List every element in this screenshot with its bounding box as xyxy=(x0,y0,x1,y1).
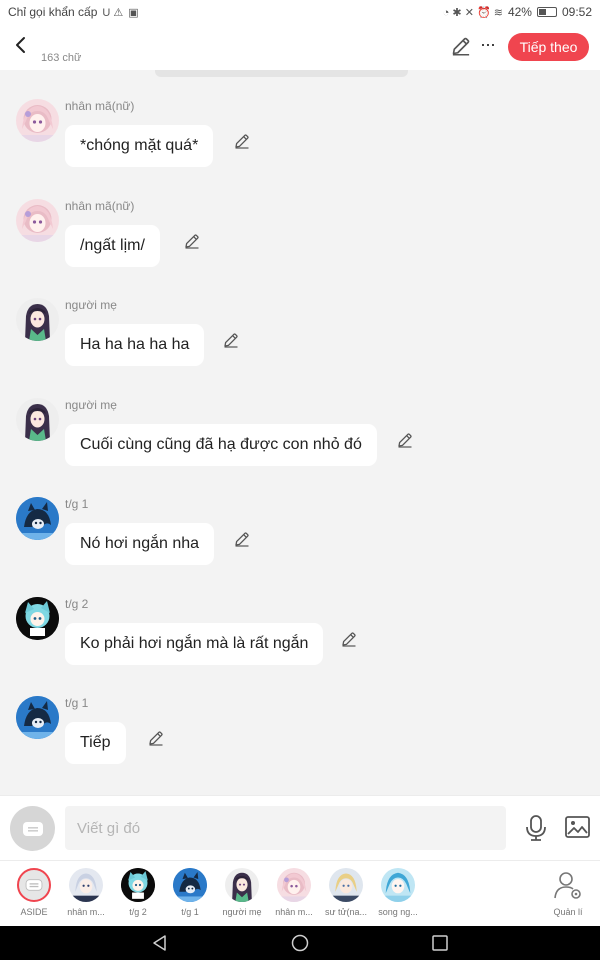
previous-message-edge xyxy=(155,70,408,77)
edit-message-icon[interactable] xyxy=(397,432,413,448)
nav-home-icon[interactable] xyxy=(291,934,309,952)
avatar-dark-hair-woman xyxy=(225,868,259,902)
avatar-blue-cat-character xyxy=(173,868,207,902)
signal-icons: ◔ ✱ ✕ ⏰ ≋ xyxy=(442,6,503,19)
character-tg-1[interactable]: t/g 1 xyxy=(164,868,216,917)
character-label: song ng... xyxy=(378,907,418,917)
status-right: ◔ ✱ ✕ ⏰ ≋ 42% 09:52 xyxy=(443,5,592,19)
message-input[interactable] xyxy=(65,806,506,850)
character-label: sư tử(na... xyxy=(324,907,368,917)
edit-message-icon[interactable] xyxy=(234,133,250,149)
battery-icon xyxy=(536,7,557,17)
avatar-pink-hair-girl xyxy=(277,868,311,902)
character-bar: ASIDE nhân m... t/g 2 t/g 1 người mẹ nhâ… xyxy=(0,860,600,926)
character-song-ngu[interactable]: song ng... xyxy=(372,868,424,917)
character-label: t/g 1 xyxy=(181,907,199,917)
character-name: người mẹ xyxy=(65,398,117,412)
manage-user-gear-icon xyxy=(551,868,585,902)
character-label: t/g 2 xyxy=(129,907,147,917)
avatar-teal-hair-chibi[interactable] xyxy=(16,597,59,640)
character-nguoi-me[interactable]: người mẹ xyxy=(216,868,268,917)
character-aside[interactable]: ASIDE xyxy=(8,868,60,917)
character-label: người mẹ xyxy=(222,907,262,917)
message-bubble[interactable]: Cuối cùng cũng đã hạ được con nhỏ đó xyxy=(65,424,377,466)
character-name: người mẹ xyxy=(65,298,117,312)
edit-pen-icon[interactable] xyxy=(451,36,471,56)
avatar-pink-hair-girl[interactable] xyxy=(16,99,59,142)
avatar-blonde-hair xyxy=(329,868,363,902)
message-bubble[interactable]: Nó hơi ngắn nha xyxy=(65,523,215,565)
nav-back-icon[interactable] xyxy=(151,934,169,952)
character-label: Quản lí xyxy=(553,907,583,917)
character-name: nhân mã(nữ) xyxy=(65,199,135,213)
aside-toggle-button[interactable] xyxy=(10,806,55,851)
character-nhan-ma-1[interactable]: nhân m... xyxy=(60,868,112,917)
media-icon: ▣ xyxy=(128,6,139,19)
character-label: ASIDE xyxy=(20,907,48,917)
edit-message-icon[interactable] xyxy=(341,631,357,647)
message-bubble[interactable]: /ngất lịm/ xyxy=(65,225,160,267)
nav-recents-icon[interactable] xyxy=(431,934,449,952)
character-tg-2[interactable]: t/g 2 xyxy=(112,868,164,917)
header: 163 chữ ··· Tiếp theo xyxy=(0,24,600,70)
more-options-icon[interactable]: ··· xyxy=(480,35,498,56)
edit-message-icon[interactable] xyxy=(234,531,250,547)
clock: 09:52 xyxy=(561,5,592,19)
edit-message-icon[interactable] xyxy=(223,332,239,348)
avatar-cyan-hair xyxy=(381,868,415,902)
character-label: nhân m... xyxy=(67,907,105,917)
status-glyphs: U ⚠ xyxy=(102,6,124,19)
character-name: t/g 1 xyxy=(65,497,89,511)
composer-bar xyxy=(0,795,600,860)
avatar-dark-hair-woman[interactable] xyxy=(16,298,59,341)
avatar-teal-hair-chibi xyxy=(121,868,155,902)
avatar-silver-hair xyxy=(69,868,103,902)
message-bubble[interactable]: Ha ha ha ha ha xyxy=(65,324,205,366)
message-bubble[interactable]: Tiếp xyxy=(65,722,126,764)
character-nhan-ma-2[interactable]: nhân m... xyxy=(268,868,320,917)
edit-message-icon[interactable] xyxy=(148,730,164,746)
character-su-tu[interactable]: sư tử(na... xyxy=(320,868,372,917)
character-name: t/g 1 xyxy=(65,696,89,710)
image-icon[interactable] xyxy=(565,816,590,838)
battery-percent: 42% xyxy=(507,5,532,19)
status-bar: Chỉ gọi khẩn cấp U ⚠ ▣ ◔ ✱ ✕ ⏰ ≋ 42% 09:… xyxy=(0,0,600,24)
edit-message-icon[interactable] xyxy=(184,233,200,249)
system-nav-bar xyxy=(0,926,600,960)
avatar-blue-cat-character[interactable] xyxy=(16,696,59,739)
chat-card-icon xyxy=(25,879,43,891)
status-left: Chỉ gọi khẩn cấp U ⚠ ▣ xyxy=(8,5,139,19)
aside-icon xyxy=(17,868,51,902)
message-bubble[interactable]: *chóng mặt quá* xyxy=(65,125,214,167)
manage-characters[interactable]: Quản lí xyxy=(542,868,594,917)
character-label: nhân m... xyxy=(275,907,313,917)
microphone-icon[interactable] xyxy=(524,814,548,842)
avatar-pink-hair-girl[interactable] xyxy=(16,199,59,242)
character-name: t/g 2 xyxy=(65,597,89,611)
avatar-blue-cat-character[interactable] xyxy=(16,497,59,540)
next-button[interactable]: Tiếp theo xyxy=(508,33,589,61)
word-count: 163 chữ xyxy=(41,52,82,64)
message-bubble[interactable]: Ko phải hơi ngắn mà là rất ngắn xyxy=(65,623,324,665)
character-name: nhân mã(nữ) xyxy=(65,99,135,113)
back-arrow-icon[interactable] xyxy=(10,34,32,56)
chat-card-icon xyxy=(22,821,43,836)
avatar-dark-hair-woman[interactable] xyxy=(16,398,59,441)
emergency-calls-text: Chỉ gọi khẩn cấp xyxy=(8,5,98,19)
